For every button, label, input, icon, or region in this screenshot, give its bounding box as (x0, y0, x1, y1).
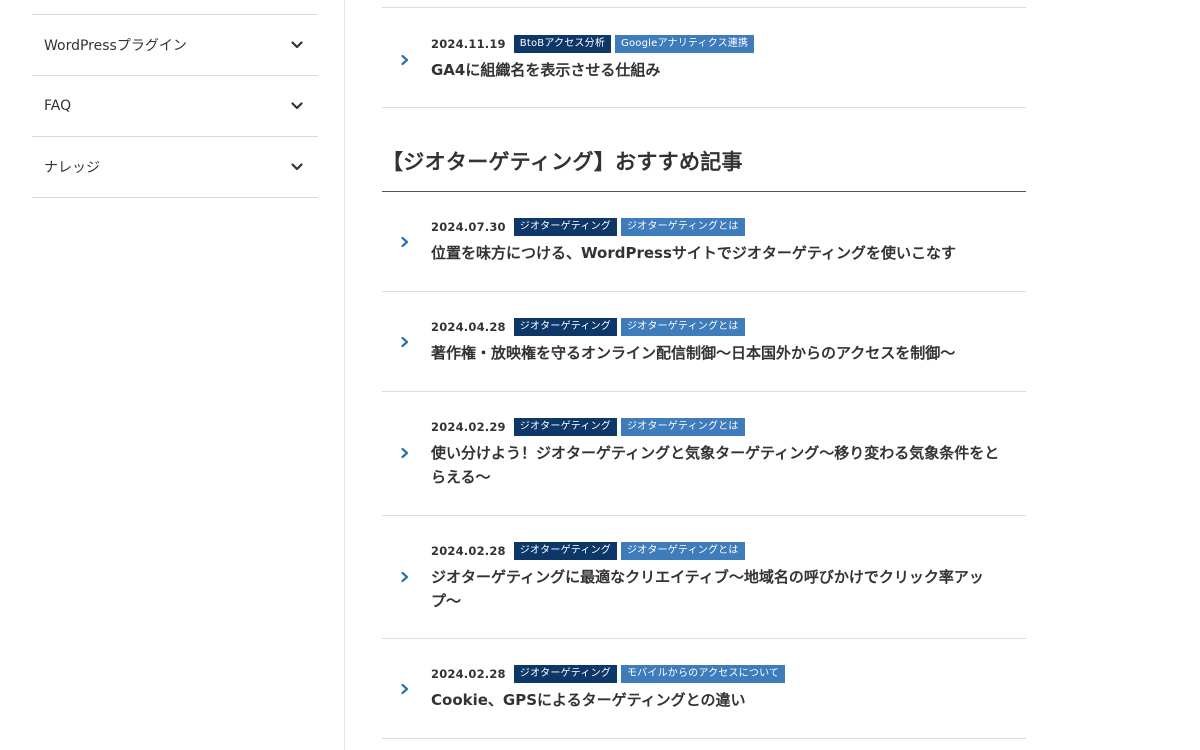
article-meta: 2024.04.28 ジオターゲティング ジオターゲティングとは (431, 318, 745, 336)
sidebar-category-list: WordPressプラグイン FAQ ナレッジ (32, 14, 318, 198)
article-item[interactable]: 2024.02.29 ジオターゲティング ジオターゲティングとは 使い分けよう！… (382, 392, 1026, 516)
chevron-down-icon[interactable] (290, 38, 304, 52)
chevron-right-icon (400, 445, 410, 459)
article-meta: 2024.07.30 ジオターゲティング ジオターゲティングとは (431, 218, 745, 236)
article-date: 2024.02.28 (431, 667, 506, 681)
article-date: 2024.11.19 (431, 37, 506, 51)
article-title[interactable]: GA4に組織名を表示させる仕組み (431, 58, 1001, 82)
article-item[interactable]: 2024.02.28 ジオターゲティング モバイルからのアクセスについて Coo… (382, 639, 1026, 739)
sidebar-item-faq[interactable]: FAQ (32, 76, 318, 137)
article-meta: 2024.02.28 ジオターゲティング ジオターゲティングとは (431, 542, 745, 560)
article-date: 2024.07.30 (431, 220, 506, 234)
article-item[interactable]: 2024.11.19 BtoBアクセス分析 Googleアナリティクス連携 GA… (382, 8, 1026, 108)
article-item[interactable]: 2024.04.28 ジオターゲティング ジオターゲティングとは 著作権・放映権… (382, 292, 1026, 392)
article-meta: 2024.11.19 BtoBアクセス分析 Googleアナリティクス連携 (431, 35, 755, 53)
category-tag[interactable]: モバイルからのアクセスについて (620, 665, 786, 683)
article-item[interactable]: 2024.02.28 ジオターゲティング ジオターゲティングとは ジオターゲティ… (382, 516, 1026, 639)
section-heading: 【ジオターゲティング】おすすめ記事 (382, 150, 743, 174)
category-tag[interactable]: ジオターゲティング (513, 542, 617, 560)
category-tag[interactable]: ジオターゲティング (513, 218, 617, 236)
chevron-right-icon (400, 569, 410, 583)
main-content: 2024.11.19 BtoBアクセス分析 Googleアナリティクス連携 GA… (382, 0, 1026, 739)
chevron-down-icon[interactable] (290, 99, 304, 113)
chevron-down-icon[interactable] (290, 160, 304, 174)
column-divider (344, 0, 345, 750)
article-date: 2024.04.28 (431, 320, 506, 334)
sidebar-item-label: WordPressプラグイン (44, 38, 187, 54)
article-date: 2024.02.29 (431, 420, 506, 434)
article-title[interactable]: 著作権・放映権を守るオンライン配信制御〜日本国外からのアクセスを制御〜 (431, 341, 1001, 365)
article-title[interactable]: 位置を味方につける、WordPressサイトでジオターゲティングを使いこなす (431, 241, 1001, 265)
category-tag[interactable]: ジオターゲティング (513, 665, 617, 683)
category-tag[interactable]: ジオターゲティングとは (620, 318, 745, 336)
category-tag[interactable]: BtoBアクセス分析 (513, 35, 612, 53)
chevron-right-icon (400, 334, 410, 348)
category-tag[interactable]: ジオターゲティングとは (620, 218, 745, 236)
category-tag[interactable]: ジオターゲティング (513, 318, 617, 336)
article-item[interactable]: 2024.07.30 ジオターゲティング ジオターゲティングとは 位置を味方につ… (382, 192, 1026, 292)
chevron-right-icon (400, 681, 410, 695)
sidebar: WordPressプラグイン FAQ ナレッジ (32, 14, 318, 198)
article-title[interactable]: Cookie、GPSによるターゲティングとの違い (431, 688, 1001, 712)
category-tag[interactable]: ジオターゲティングとは (620, 542, 745, 560)
article-title[interactable]: 使い分けよう！ジオターゲティングと気象ターゲティング〜移り変わる気象条件をとらえ… (431, 441, 1001, 489)
article-title[interactable]: ジオターゲティングに最適なクリエイティブ〜地域名の呼びかけでクリック率アップ〜 (431, 565, 1001, 613)
divider (382, 0, 1026, 8)
sidebar-item-label: ナレッジ (44, 160, 100, 176)
chevron-right-icon (400, 52, 410, 66)
sidebar-item-knowledge[interactable]: ナレッジ (32, 137, 318, 198)
article-meta: 2024.02.29 ジオターゲティング ジオターゲティングとは (431, 418, 745, 436)
category-tag[interactable]: ジオターゲティング (513, 418, 617, 436)
section-heading-block: 【ジオターゲティング】おすすめ記事 (382, 108, 1026, 192)
page: WordPressプラグイン FAQ ナレッジ 2024.11.19 BtoBア… (0, 0, 1200, 750)
sidebar-item-label: FAQ (44, 98, 72, 114)
article-date: 2024.02.28 (431, 544, 506, 558)
category-tag[interactable]: Googleアナリティクス連携 (615, 35, 755, 53)
sidebar-item-wordpress-plugin[interactable]: WordPressプラグイン (32, 15, 318, 76)
chevron-right-icon (400, 234, 410, 248)
article-meta: 2024.02.28 ジオターゲティング モバイルからのアクセスについて (431, 665, 786, 683)
category-tag[interactable]: ジオターゲティングとは (620, 418, 745, 436)
